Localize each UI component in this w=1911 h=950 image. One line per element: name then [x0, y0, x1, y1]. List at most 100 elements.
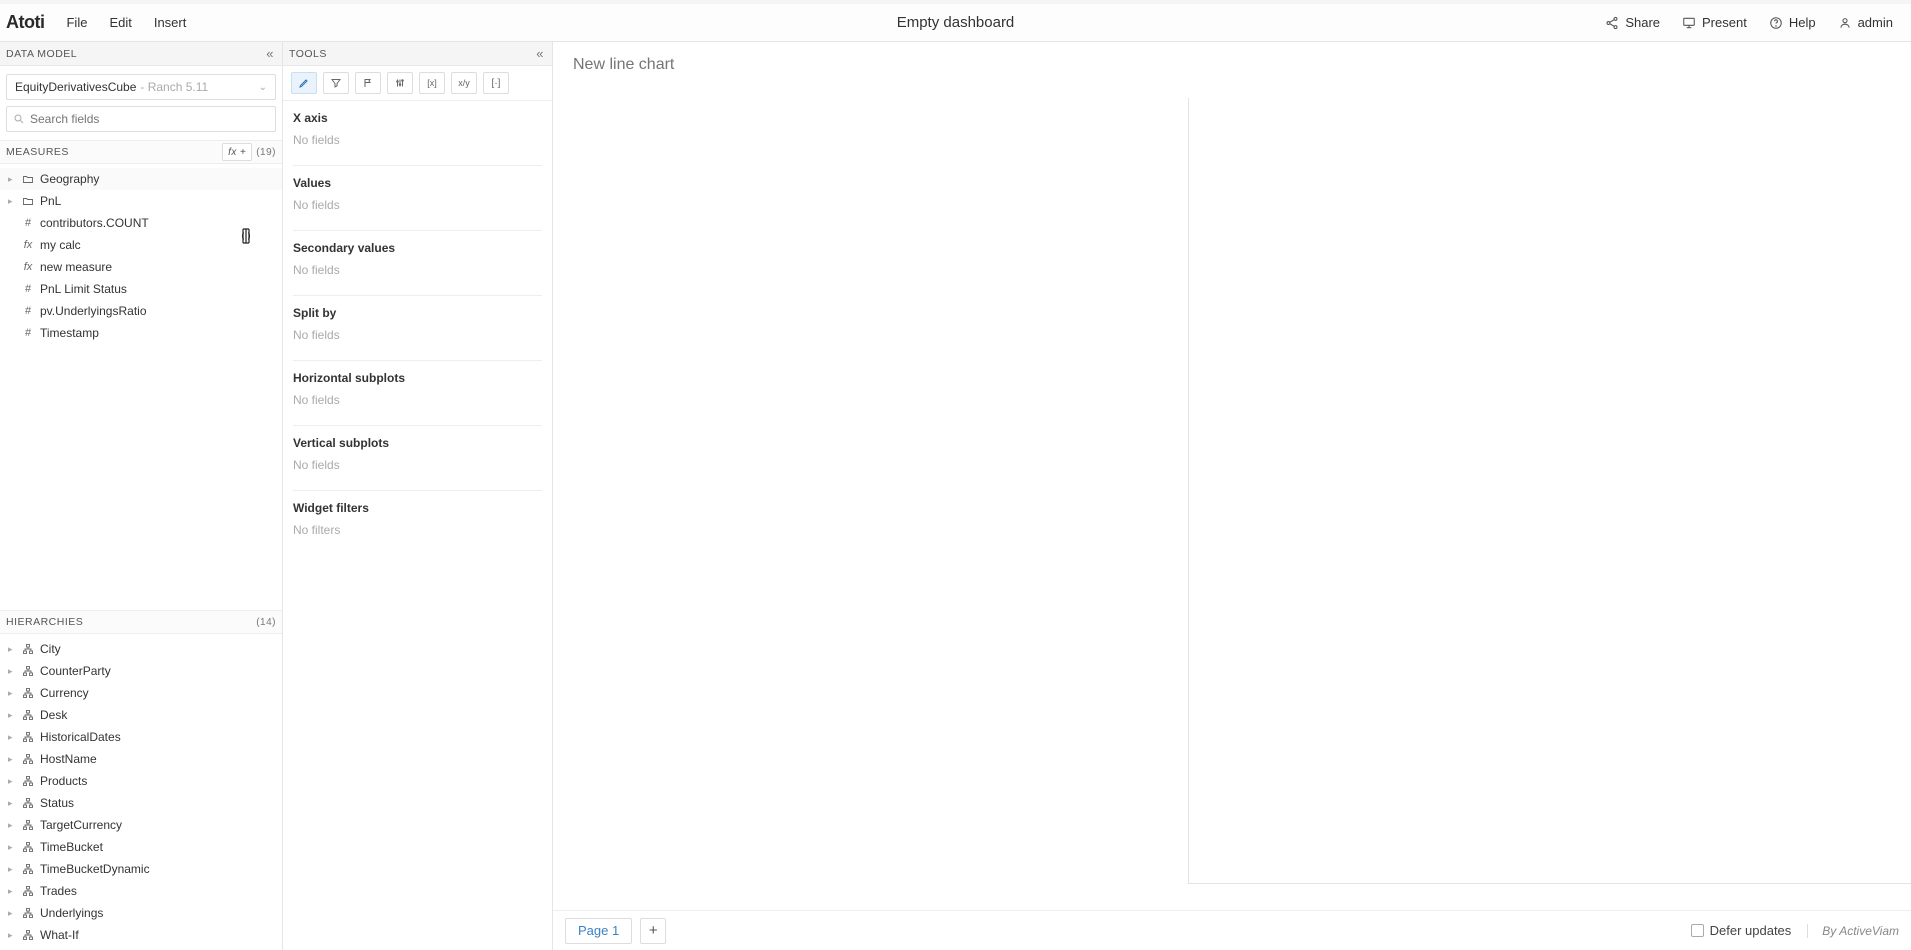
brackets-icon: [x]	[427, 78, 437, 88]
defer-updates-toggle[interactable]: Defer updates	[1691, 923, 1792, 938]
hierarchy-item[interactable]: ▸Trades	[0, 880, 282, 902]
hierarchy-item[interactable]: ▸Currency	[0, 682, 282, 704]
hierarchy-icon	[21, 665, 35, 677]
tool-section[interactable]: Secondary valuesNo fields	[293, 231, 542, 296]
tool-tab-brackets[interactable]: [x]	[419, 72, 445, 94]
hierarchy-item[interactable]: ▸ TimeBucket	[0, 836, 282, 858]
measure-item[interactable]: fx my calc	[0, 234, 282, 256]
xy-icon: x/y	[458, 78, 470, 88]
tools-header: TOOLS «	[283, 42, 552, 66]
page-tab-1[interactable]: Page 1	[565, 918, 632, 944]
plus-icon: +	[649, 922, 658, 939]
hierarchy-item[interactable]: ▸HistoricalDates	[0, 726, 282, 748]
hierarchy-item[interactable]: ▸Products	[0, 770, 282, 792]
caret-icon: ▸	[8, 908, 16, 919]
user-menu[interactable]: admin	[1838, 15, 1893, 30]
tool-section[interactable]: Horizontal subplotsNo fields	[293, 361, 542, 426]
collapse-tools-icon[interactable]: «	[536, 46, 544, 61]
measure-item[interactable]: ▸Geography	[0, 168, 282, 190]
collapse-data-model-icon[interactable]: «	[266, 46, 274, 61]
help-icon	[1769, 16, 1783, 30]
widget-title-input[interactable]	[573, 56, 973, 74]
tool-section[interactable]: Widget filtersNo filters	[293, 491, 542, 555]
search-input[interactable]	[30, 112, 269, 126]
cube-selector[interactable]: EquityDerivativesCube - Ranch 5.11 ⌄	[6, 74, 276, 100]
hierarchy-icon	[21, 841, 35, 853]
fx-icon: fx	[21, 261, 35, 273]
tool-tab-sliders[interactable]	[387, 72, 413, 94]
hierarchy-label: Status	[40, 796, 74, 810]
tool-section[interactable]: ValuesNo fields	[293, 166, 542, 231]
tool-section-title: Secondary values	[293, 241, 542, 255]
tool-section[interactable]: X axisNo fields	[293, 101, 542, 166]
topbar: Atoti File Edit Insert Empty dashboard S…	[0, 0, 1911, 42]
search-icon	[13, 113, 25, 125]
share-button[interactable]: Share	[1605, 15, 1660, 30]
measure-item[interactable]: fxnew measure	[0, 256, 282, 278]
tool-section-empty: No fields	[293, 133, 542, 147]
tool-tab-width[interactable]: [·]	[483, 72, 509, 94]
chevron-down-icon: ⌄	[259, 82, 267, 93]
tool-section-empty: No fields	[293, 328, 542, 342]
fx-icon: fx	[21, 239, 35, 251]
measure-label: contributors.COUNT	[40, 216, 149, 230]
dashboard-title[interactable]: Empty dashboard	[897, 14, 1015, 31]
canvas[interactable]	[553, 42, 1911, 910]
hash-icon: #	[21, 327, 35, 339]
measure-item[interactable]: #pv.UnderlyingsRatio	[0, 300, 282, 322]
tool-tab-design[interactable]	[291, 72, 317, 94]
measure-item[interactable]: #PnL Limit Status	[0, 278, 282, 300]
tool-section-title: Vertical subplots	[293, 436, 542, 450]
hierarchy-item[interactable]: ▸What-If	[0, 924, 282, 946]
measures-header-label: MEASURES	[6, 146, 69, 158]
help-button[interactable]: Help	[1769, 15, 1816, 30]
hierarchy-icon	[21, 731, 35, 743]
hierarchy-item[interactable]: ▸HostName	[0, 748, 282, 770]
measures-count: (19)	[256, 147, 276, 158]
tool-section-empty: No fields	[293, 458, 542, 472]
hierarchies-tree: ▸City ▸ CounterParty ▸Currency▸Desk▸Histori…	[0, 634, 282, 950]
hierarchy-item[interactable]: ▸TimeBucketDynamic	[0, 858, 282, 880]
tool-section-title: Split by	[293, 306, 542, 320]
hierarchy-label: CounterParty	[40, 664, 111, 678]
menu-edit[interactable]: Edit	[109, 15, 131, 30]
pages-bar: Page 1 + Defer updates By ActiveViam	[553, 910, 1911, 950]
measure-label: my calc	[40, 238, 81, 252]
data-model-panel: DATA MODEL « EquityDerivativesCube - Ran…	[0, 42, 283, 950]
add-calculated-measure-button[interactable]: fx +	[222, 143, 252, 161]
hierarchy-item[interactable]: ▸Desk	[0, 704, 282, 726]
add-page-button[interactable]: +	[640, 918, 666, 944]
search-fields[interactable]	[6, 106, 276, 132]
tool-section[interactable]: Split by No fields	[293, 296, 542, 361]
measure-item[interactable]: #Timestamp	[0, 322, 282, 344]
measure-item[interactable]: #contributors.COUNT	[0, 212, 282, 234]
tool-section-empty: No filters	[293, 523, 542, 537]
caret-icon: ▸	[8, 666, 16, 677]
chart-placeholder[interactable]	[1188, 98, 1911, 884]
user-label: admin	[1858, 15, 1893, 30]
hierarchy-item[interactable]: ▸ Underlyings	[0, 902, 282, 924]
menu-file[interactable]: File	[66, 15, 87, 30]
tool-tab-filter[interactable]	[323, 72, 349, 94]
caret-icon: ▸	[8, 820, 16, 831]
caret-icon: ▸	[8, 842, 16, 853]
hierarchy-icon	[21, 797, 35, 809]
measures-header: MEASURES fx + (19)	[0, 140, 282, 164]
present-button[interactable]: Present	[1682, 15, 1747, 30]
topbar-right: Share Present Help admin	[1605, 15, 1911, 30]
hierarchy-item[interactable]: ▸City	[0, 638, 282, 660]
hierarchy-item[interactable]: ▸Status	[0, 792, 282, 814]
hierarchy-icon	[21, 929, 35, 941]
menu-insert[interactable]: Insert	[154, 15, 187, 30]
hierarchy-item[interactable]: ▸ TargetCurrency	[0, 814, 282, 836]
data-model-header: DATA MODEL «	[0, 42, 282, 66]
hierarchy-label: TimeBucket	[40, 840, 103, 854]
folder-icon	[21, 195, 35, 207]
tool-tab-query[interactable]	[355, 72, 381, 94]
hierarchy-label: Underlyings	[40, 906, 103, 920]
tool-section[interactable]: Vertical subplots No fields	[293, 426, 542, 491]
hierarchy-item[interactable]: ▸ CounterParty	[0, 660, 282, 682]
hierarchy-label: TargetCurrency	[40, 818, 122, 832]
tool-tab-axes[interactable]: x/y	[451, 72, 477, 94]
measure-item[interactable]: ▸PnL	[0, 190, 282, 212]
